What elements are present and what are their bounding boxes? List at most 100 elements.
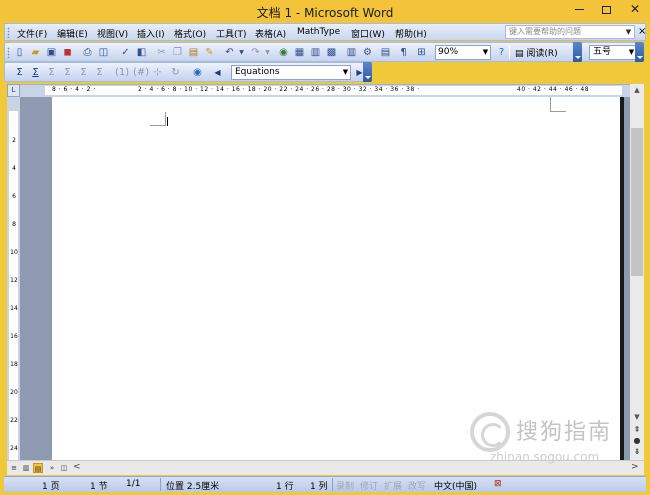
- spelling-icon[interactable]: ✓: [119, 46, 132, 59]
- undo-dropdown-icon[interactable]: ▼: [235, 46, 248, 59]
- cut-icon[interactable]: ✂: [155, 46, 168, 59]
- menu-mathtype[interactable]: MathType: [297, 27, 340, 37]
- scroll-up-icon[interactable]: ▲: [630, 84, 644, 97]
- menu-table[interactable]: 表格(A): [255, 27, 286, 40]
- print-icon[interactable]: ⎙: [81, 46, 94, 59]
- vertical-ruler[interactable]: 2 4 6 8 10 12 14 16 18 20 22 24: [7, 97, 20, 460]
- margin-corner-top-right: [550, 97, 566, 112]
- menu-help[interactable]: 帮助(H): [395, 27, 427, 40]
- print-layout-icon[interactable]: ▤: [33, 463, 43, 473]
- redo-dropdown-icon[interactable]: ▼: [261, 46, 274, 59]
- insert-table-icon[interactable]: ▥: [309, 46, 322, 59]
- web-view-icon[interactable]: ▥: [21, 463, 31, 473]
- help-search-input[interactable]: 键入需要帮助的问题 ▼: [505, 25, 635, 39]
- close-button[interactable]: ✕: [620, 0, 650, 20]
- spelling-status-icon[interactable]: ⊠: [494, 479, 502, 489]
- paste-icon[interactable]: ▤: [187, 46, 200, 59]
- formatting-options-icon[interactable]: [635, 42, 644, 62]
- menu-window[interactable]: 窗口(W): [351, 27, 385, 40]
- status-extend[interactable]: 扩展: [384, 479, 402, 492]
- status-separator: [332, 478, 333, 491]
- scroll-down-icon[interactable]: ▼: [630, 411, 644, 424]
- read-icon: ▤: [515, 49, 527, 59]
- menu-edit[interactable]: 编辑(E): [57, 27, 88, 40]
- menu-file[interactable]: 文件(F): [17, 27, 47, 40]
- copy-icon[interactable]: ❐: [171, 46, 184, 59]
- browse-object-icon[interactable]: ●: [630, 436, 644, 445]
- vertical-ruler-mark: 8: [12, 221, 16, 228]
- minimize-icon: [574, 9, 584, 10]
- tab-selector-icon[interactable]: L: [7, 84, 20, 97]
- toggle-tex-icon[interactable]: Σ: [77, 66, 90, 79]
- status-overtype[interactable]: 改写: [408, 479, 426, 492]
- scroll-left-icon[interactable]: <: [73, 462, 81, 472]
- chapter-break-icon[interactable]: ⊹: [151, 66, 164, 79]
- toolbar-grip-icon[interactable]: [7, 47, 10, 58]
- previous-equation-icon[interactable]: ◀: [211, 66, 224, 79]
- menu-insert[interactable]: 插入(I): [137, 27, 165, 40]
- reading-view-icon[interactable]: ◫: [59, 463, 69, 473]
- vertical-ruler-mark: 10: [10, 249, 18, 256]
- update-numbers-icon[interactable]: ↻: [169, 66, 182, 79]
- insert-number-icon[interactable]: (1): [115, 66, 129, 79]
- columns-icon[interactable]: ▥: [345, 46, 358, 59]
- outline-view-icon[interactable]: »: [47, 463, 57, 473]
- help-icon[interactable]: ?: [495, 46, 508, 59]
- help-dropdown-icon[interactable]: ▼: [624, 27, 633, 37]
- menu-tools[interactable]: 工具(T): [216, 27, 247, 40]
- equations-dropdown-icon[interactable]: ▼: [341, 66, 350, 79]
- menubar-grip-icon[interactable]: [7, 27, 10, 38]
- menu-format[interactable]: 格式(O): [174, 27, 206, 40]
- permission-icon[interactable]: ◼: [61, 46, 74, 59]
- menu-view[interactable]: 视图(V): [97, 27, 128, 40]
- minimize-button[interactable]: [566, 0, 592, 20]
- zoom-value: 90%: [438, 47, 459, 57]
- research-icon[interactable]: ◧: [135, 46, 148, 59]
- previous-page-icon[interactable]: ⇞: [630, 425, 644, 434]
- tables-borders-icon[interactable]: ▦: [293, 46, 306, 59]
- format-painter-icon[interactable]: ✎: [203, 46, 216, 59]
- title-bar: 文档 1 - Microsoft Word ✕: [0, 0, 650, 22]
- mathtype-options-icon[interactable]: [363, 62, 372, 82]
- mathtype-web-icon[interactable]: ◉: [191, 66, 204, 79]
- open-folder-icon[interactable]: ▰: [29, 46, 42, 59]
- zoom-dropdown-icon[interactable]: ▼: [481, 46, 490, 59]
- equations-label: Equations: [235, 67, 280, 77]
- toolbar-options-icon[interactable]: [573, 42, 582, 62]
- save-icon[interactable]: ▣: [45, 46, 58, 59]
- zoom-icon[interactable]: ⊞: [415, 46, 428, 59]
- status-record[interactable]: 录制: [336, 479, 354, 492]
- insert-excel-icon[interactable]: ▩: [325, 46, 338, 59]
- new-document-icon[interactable]: ▯: [13, 46, 26, 59]
- status-track-changes[interactable]: 修订: [360, 479, 378, 492]
- maximize-button[interactable]: [593, 0, 619, 20]
- zoom-select[interactable]: 90% ▼: [435, 45, 491, 60]
- horizontal-scrollbar[interactable]: ≡ ▥ ▤ » ◫ < >: [7, 460, 644, 475]
- vertical-ruler-mark: 4: [12, 165, 16, 172]
- vertical-ruler-mark: 24: [10, 445, 18, 452]
- read-button[interactable]: ▤ 阅读(R): [515, 46, 558, 59]
- next-page-icon[interactable]: ⇟: [630, 447, 644, 456]
- toolbar-separator: [509, 46, 510, 59]
- document-page[interactable]: [52, 97, 620, 460]
- text-cursor: [167, 117, 168, 126]
- drawing-icon[interactable]: ⚙: [361, 46, 374, 59]
- document-map-icon[interactable]: ▤: [379, 46, 392, 59]
- insert-reference-icon[interactable]: (#): [133, 66, 149, 79]
- font-size-select[interactable]: 五号 ▼: [589, 45, 637, 60]
- display-equation-icon[interactable]: Σ: [29, 66, 42, 79]
- hyperlink-icon[interactable]: ◉: [277, 46, 290, 59]
- vertical-scrollbar[interactable]: ▲ ▼ ⇞ ● ⇟: [630, 84, 644, 460]
- scroll-thumb[interactable]: [631, 128, 643, 276]
- left-numbered-icon[interactable]: Σ: [45, 66, 58, 79]
- right-numbered-icon[interactable]: Σ: [61, 66, 74, 79]
- inline-equation-icon[interactable]: Σ: [13, 66, 26, 79]
- print-preview-icon[interactable]: ◫: [97, 46, 110, 59]
- normal-view-icon[interactable]: ≡: [9, 463, 19, 473]
- scroll-right-icon[interactable]: >: [631, 462, 639, 472]
- format-equations-icon[interactable]: Σ: [93, 66, 106, 79]
- equations-select[interactable]: Equations ▼: [231, 65, 351, 80]
- show-hide-icon[interactable]: ¶: [397, 46, 410, 59]
- document-close-button[interactable]: ×: [638, 26, 646, 37]
- status-bar: 1 页 1 节 1/1 位置 2.5厘米 1 行 1 列 录制 修订 扩展 改写…: [4, 476, 646, 492]
